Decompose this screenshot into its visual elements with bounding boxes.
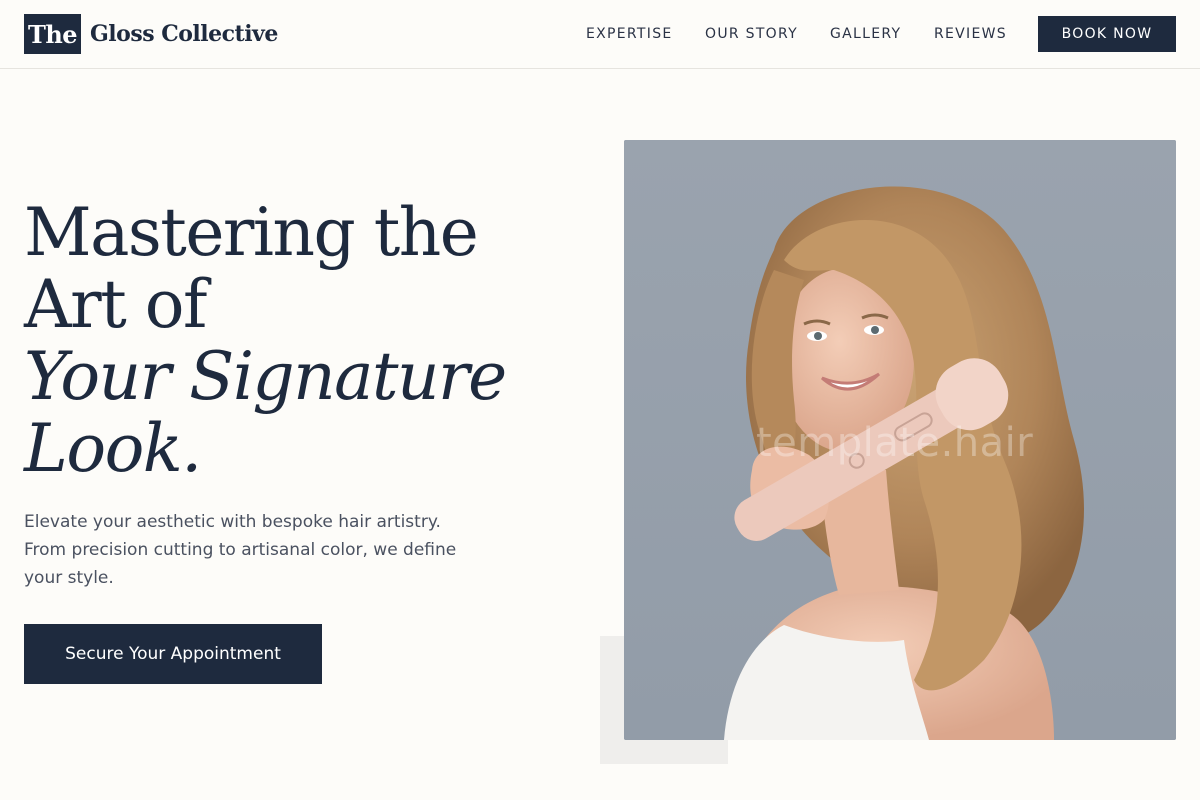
- hero-subtitle: Elevate your aesthetic with bespoke hair…: [24, 512, 457, 588]
- nav-link-reviews[interactable]: REVIEWS: [934, 24, 1007, 44]
- brand-name: Gloss Collective: [90, 21, 278, 47]
- nav-link-gallery[interactable]: GALLERY: [830, 24, 901, 44]
- hero-title-line-2: Art of: [24, 266, 207, 343]
- nav-link-our-story[interactable]: OUR STORY: [705, 24, 798, 44]
- hero-image: template.hair: [624, 140, 1176, 740]
- hero-title: Mastering the Art of Your Signature Look…: [24, 197, 584, 485]
- site-header: The Gloss Collective EXPERTISE OUR STORY…: [0, 0, 1200, 69]
- hero-title-line-1: Mastering the: [24, 194, 479, 271]
- hero-title-line-3: Your Signature: [24, 338, 507, 415]
- brand-logo[interactable]: The Gloss Collective: [24, 14, 278, 54]
- book-now-button[interactable]: BOOK NOW: [1038, 16, 1176, 52]
- nav-link-expertise[interactable]: EXPERTISE: [586, 24, 673, 44]
- image-watermark: template.hair: [756, 420, 1034, 466]
- secure-appointment-button[interactable]: Secure Your Appointment: [24, 624, 322, 684]
- logo-badge: The: [24, 14, 81, 54]
- hero-title-line-4: Look.: [24, 410, 202, 487]
